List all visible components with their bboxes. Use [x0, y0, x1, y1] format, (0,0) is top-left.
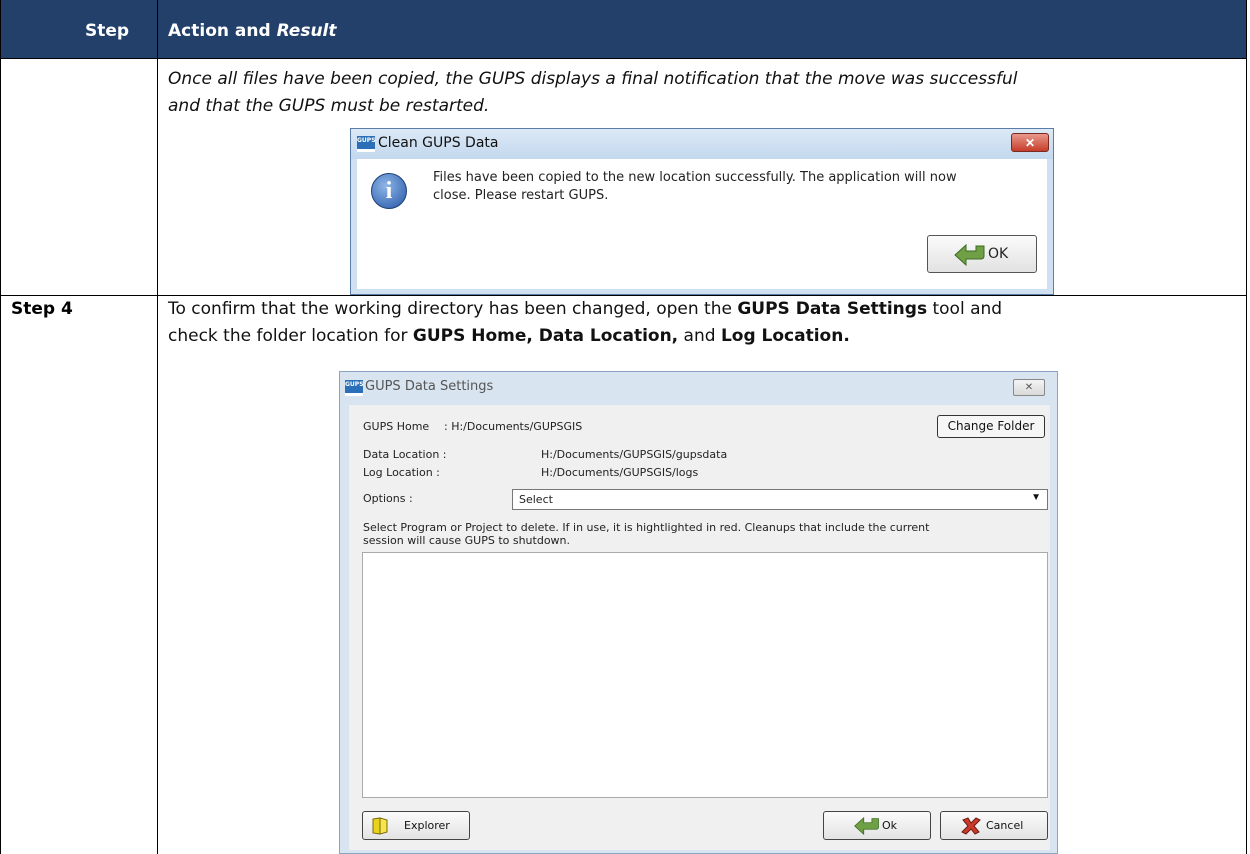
table-column-divider	[157, 0, 158, 854]
table-border-left	[0, 0, 1, 854]
table-border-right	[1246, 0, 1247, 854]
close-button[interactable]: ✕	[1011, 133, 1049, 152]
gups-home-label: GUPS Home	[363, 420, 430, 433]
options-select[interactable]: Select ▼	[512, 489, 1048, 510]
row-divider-header	[0, 58, 1247, 59]
dialog-message: Files have been copied to the new locati…	[433, 170, 957, 203]
explorer-label: Explorer	[404, 819, 450, 832]
gups-app-icon: GUPS	[345, 380, 364, 396]
row2-text-line2: check the folder location for GUPS Home,…	[168, 326, 850, 346]
row2-text-line1: To confirm that the working directory ha…	[168, 299, 1003, 319]
cancel-button[interactable]: Cancel	[940, 811, 1048, 840]
ok-label: OK	[988, 246, 1009, 262]
green-arrow-icon	[954, 244, 985, 266]
header-step: Step	[85, 21, 130, 41]
document-page: Step Action and Result Once all files ha…	[0, 0, 1250, 854]
dialog-title: GUPS Data Settings	[365, 379, 494, 394]
dialog-body: i Files have been copied to the new loca…	[357, 159, 1047, 289]
ok-button[interactable]: Ok	[823, 811, 931, 840]
folder-icon	[372, 817, 388, 835]
data-location-label: Data Location :	[363, 448, 447, 461]
explorer-button[interactable]: Explorer	[362, 811, 470, 840]
red-x-icon	[961, 817, 981, 835]
row1-text-line2: and that the GUPS must be restarted.	[168, 96, 490, 116]
gups-app-icon: GUPS	[357, 136, 376, 152]
dialog-titlebar: GUPS Clean GUPS Data ✕	[351, 129, 1053, 159]
delete-instructions: Select Program or Project to delete. If …	[363, 521, 930, 547]
green-arrow-icon	[854, 817, 879, 835]
ok-button[interactable]: OK	[927, 235, 1037, 273]
step-4-label: Step 4	[11, 299, 73, 319]
table-header: Step Action and Result	[0, 0, 1247, 59]
change-folder-button[interactable]: Change Folder	[937, 415, 1045, 438]
data-location-value: H:/Documents/GUPSGIS/gupsdata	[541, 448, 728, 461]
log-location-value: H:/Documents/GUPSGIS/logs	[541, 466, 699, 479]
chevron-down-icon: ▼	[1031, 492, 1041, 503]
info-icon: i	[371, 173, 407, 209]
ok-label: Ok	[882, 819, 898, 832]
dialog-body: GUPS Home : H:/Documents/GUPSGIS Change …	[349, 405, 1050, 850]
log-location-label: Log Location :	[363, 466, 440, 479]
program-project-list[interactable]	[362, 552, 1048, 798]
row1-text-line1: Once all files have been copied, the GUP…	[168, 69, 1018, 89]
gups-data-settings-dialog: GUPS GUPS Data Settings ✕ GUPS Home : H:…	[339, 371, 1058, 854]
row-divider	[0, 295, 1247, 296]
clean-gups-data-dialog: GUPS Clean GUPS Data ✕ i Files have been…	[350, 128, 1054, 295]
gups-home-value: : H:/Documents/GUPSGIS	[444, 420, 583, 433]
header-action: Action and Result	[168, 21, 337, 41]
dialog-title: Clean GUPS Data	[378, 135, 499, 151]
close-button[interactable]: ✕	[1013, 379, 1045, 396]
cancel-label: Cancel	[986, 819, 1024, 832]
options-select-value: Select	[519, 493, 553, 506]
options-label: Options :	[363, 492, 413, 505]
